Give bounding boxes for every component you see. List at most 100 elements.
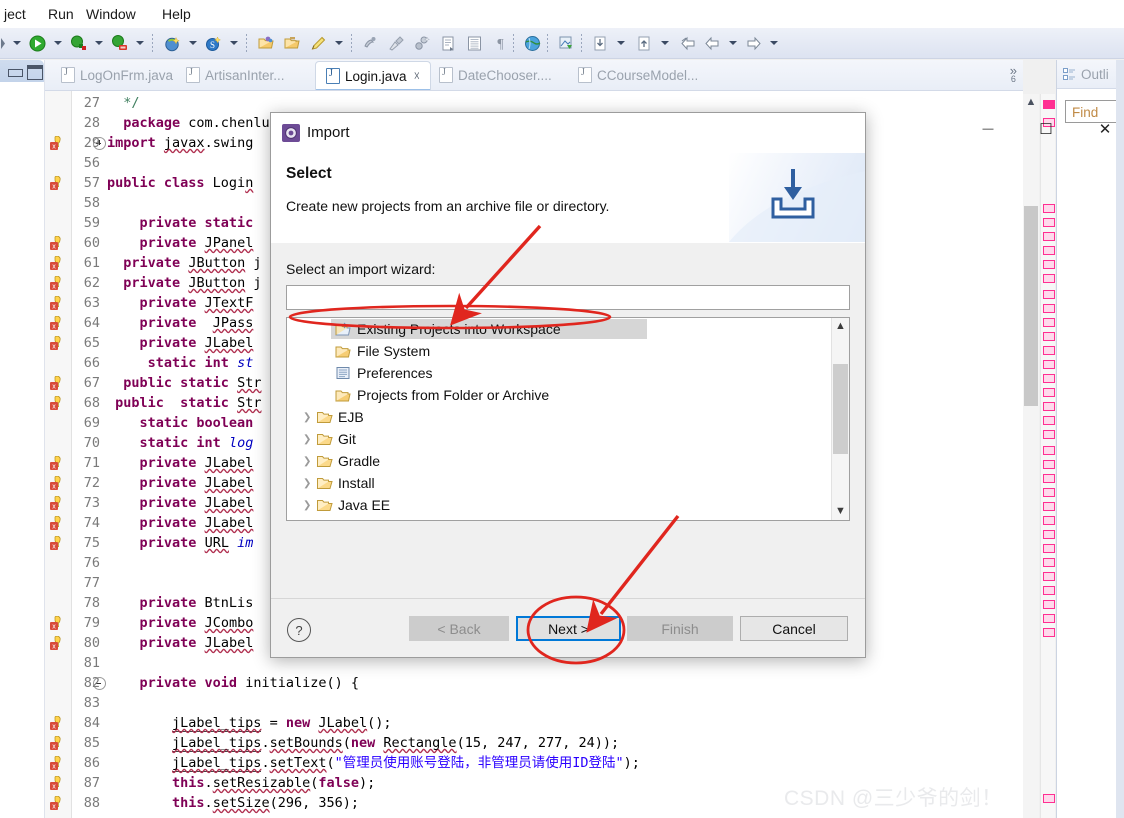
open-task-button[interactable] xyxy=(281,32,303,54)
edit-button[interactable] xyxy=(307,32,329,54)
back-button[interactable]: < Back xyxy=(409,616,509,641)
warning-marker-icon[interactable]: x xyxy=(50,175,65,191)
new-wizard-button[interactable] xyxy=(161,32,183,54)
editor-tab-logonfrmjava[interactable]: LogOnFrm.java xyxy=(51,61,183,89)
edit-dropdown-arrow[interactable] xyxy=(333,37,345,49)
marker[interactable] xyxy=(1043,360,1055,369)
warning-marker-icon[interactable]: x xyxy=(50,295,65,311)
warning-marker-icon[interactable]: x xyxy=(50,495,65,511)
finish-button[interactable]: Finish xyxy=(627,616,733,641)
dialog-close-button[interactable]: ✕ xyxy=(1082,113,1124,144)
warning-marker-icon[interactable]: x xyxy=(50,635,65,651)
cancel-button[interactable]: Cancel xyxy=(740,616,848,641)
editor-tab-datechooser[interactable]: DateChooser.... xyxy=(429,61,562,89)
upload-dropdown-arrow[interactable] xyxy=(659,37,671,49)
marker[interactable] xyxy=(1043,516,1055,525)
tree-item-preferences[interactable]: Preferences xyxy=(287,362,832,384)
run-button[interactable] xyxy=(26,32,48,54)
marker[interactable] xyxy=(1043,430,1055,439)
run-last-dropdown-arrow[interactable] xyxy=(11,37,23,49)
tab-overflow-button[interactable]: » 6 xyxy=(1010,64,1017,84)
chevron-right-icon[interactable]: ❯ xyxy=(303,500,316,511)
warning-marker-icon[interactable]: x xyxy=(50,475,65,491)
help-button[interactable]: ? xyxy=(287,618,311,642)
open-type-button[interactable] xyxy=(255,32,277,54)
chevron-right-icon[interactable]: ❯ xyxy=(303,456,316,467)
editor-tab-artisaninter[interactable]: ArtisanInter... xyxy=(176,61,295,89)
web-browser-button[interactable] xyxy=(521,32,543,54)
table-button[interactable] xyxy=(463,32,485,54)
warning-marker-icon[interactable]: x xyxy=(50,535,65,551)
previous-dropdown-arrow[interactable] xyxy=(727,37,739,49)
tree-item-gradle[interactable]: ❯ Gradle xyxy=(287,450,832,472)
warning-marker-icon[interactable]: x xyxy=(50,735,65,751)
wizard-filter-input[interactable] xyxy=(286,285,850,310)
marker[interactable] xyxy=(1043,402,1055,411)
marker[interactable] xyxy=(1043,388,1055,397)
tree-item-existingprojectsintoworkspace[interactable]: Existing Projects into Workspace xyxy=(287,318,832,340)
marker[interactable] xyxy=(1043,260,1055,269)
warning-marker-icon[interactable]: x xyxy=(50,615,65,631)
debug-button[interactable] xyxy=(67,32,89,54)
marker[interactable] xyxy=(1043,558,1055,567)
previous-button[interactable] xyxy=(701,32,723,54)
build-button[interactable] xyxy=(411,32,433,54)
warning-marker-icon[interactable]: x xyxy=(50,455,65,471)
new-wizard-dropdown-arrow[interactable] xyxy=(187,37,199,49)
tree-item-install[interactable]: ❯ Install xyxy=(287,472,832,494)
warning-marker-icon[interactable]: x xyxy=(50,395,65,411)
build-all-button[interactable] xyxy=(437,32,459,54)
marker[interactable] xyxy=(1043,318,1055,327)
warning-marker-icon[interactable]: x xyxy=(50,515,65,531)
warning-marker-icon[interactable]: x xyxy=(50,255,65,271)
tree-item-ejb[interactable]: ❯ EJB xyxy=(287,406,832,428)
wizard-tree-list[interactable]: Existing Projects into Workspace File Sys… xyxy=(287,318,832,520)
warning-marker-icon[interactable]: x xyxy=(50,775,65,791)
warning-marker-icon[interactable]: x xyxy=(50,795,65,811)
marker[interactable] xyxy=(1043,374,1055,383)
tab-close-icon[interactable]: ☓ xyxy=(414,69,420,83)
marker[interactable] xyxy=(1043,246,1055,255)
run-dropdown-arrow[interactable] xyxy=(52,37,64,49)
dialog-maximize-button[interactable]: ☐ xyxy=(1023,113,1069,144)
tree-item-javaee[interactable]: ❯ Java EE xyxy=(287,494,832,516)
marker[interactable] xyxy=(1043,600,1055,609)
scroll-up-arrow[interactable]: ▲ xyxy=(1023,94,1039,110)
scrollbar-thumb[interactable] xyxy=(1024,206,1038,406)
marker[interactable] xyxy=(1043,332,1055,341)
tree-scrollbar[interactable]: ▲ ▼ xyxy=(831,318,849,520)
editor-tab-ccoursemodel[interactable]: CCourseModel... xyxy=(568,61,708,89)
marker[interactable] xyxy=(1043,586,1055,595)
marker[interactable] xyxy=(1043,100,1055,109)
marker[interactable] xyxy=(1043,614,1055,623)
marker[interactable] xyxy=(1043,572,1055,581)
coverage-button[interactable] xyxy=(108,32,130,54)
marker[interactable] xyxy=(1043,290,1055,299)
marker[interactable] xyxy=(1043,232,1055,241)
warning-marker-icon[interactable]: x xyxy=(50,715,65,731)
tree-item-projectsfromfolderorarchive[interactable]: Projects from Folder or Archive xyxy=(287,384,832,406)
warning-marker-icon[interactable]: x xyxy=(50,275,65,291)
next-button[interactable]: Next > xyxy=(516,616,621,641)
dialog-minimize-button[interactable]: — xyxy=(965,113,1011,144)
editor-tab-loginjava[interactable]: Login.java ☓ xyxy=(315,61,431,90)
menu-item-ject[interactable]: ject xyxy=(0,5,30,23)
marker[interactable] xyxy=(1043,346,1055,355)
marker[interactable] xyxy=(1043,460,1055,469)
tree-scroll-up-arrow[interactable]: ▲ xyxy=(832,318,849,335)
tree-scrollbar-thumb[interactable] xyxy=(833,364,848,454)
menu-item-window[interactable]: Window xyxy=(82,5,140,23)
marker[interactable] xyxy=(1043,794,1055,803)
warning-marker-icon[interactable]: x xyxy=(50,235,65,251)
profile-button[interactable] xyxy=(359,32,381,54)
forward-button[interactable] xyxy=(742,32,764,54)
marker[interactable] xyxy=(1043,474,1055,483)
debug-dropdown-arrow[interactable] xyxy=(93,37,105,49)
marker[interactable] xyxy=(1043,544,1055,553)
forward-dropdown-arrow[interactable] xyxy=(768,37,780,49)
warning-marker-icon[interactable]: x xyxy=(50,755,65,771)
download-button[interactable] xyxy=(589,32,611,54)
download-dropdown-arrow[interactable] xyxy=(615,37,627,49)
chevron-right-icon[interactable]: ❯ xyxy=(303,434,316,445)
marker[interactable] xyxy=(1043,274,1055,283)
